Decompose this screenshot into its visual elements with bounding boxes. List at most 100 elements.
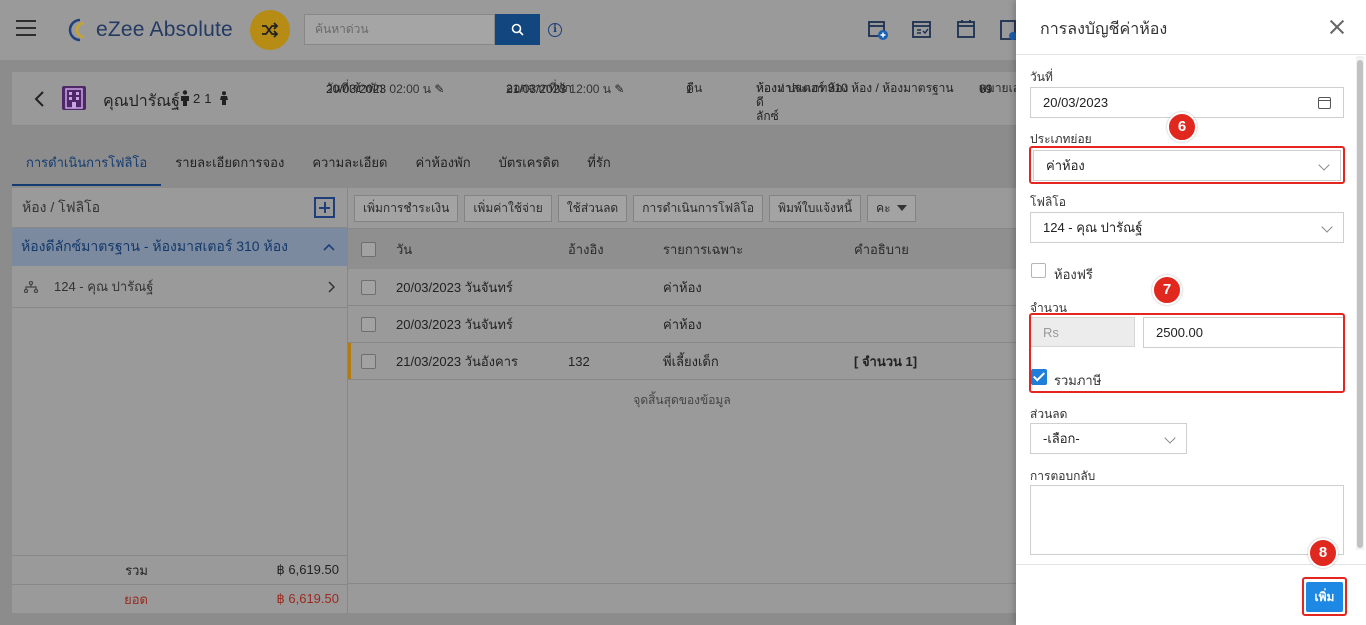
chevron-down-icon [1321,220,1333,233]
col-date: วัน [396,241,413,257]
tab-booking-details[interactable]: รายละเอียดการจอง [161,143,298,186]
tab-room-charges[interactable]: ค่าห้องพัก [401,143,484,186]
quick-search-input[interactable]: ค้นหาด่วน [304,14,495,45]
checkout-time: 12:00 น [569,82,611,96]
shuffle-icon [262,22,279,38]
drawer-scrollbar-thumb[interactable] [1357,60,1363,548]
table-row[interactable]: 20/03/2023 วันจันทร์ ค่าห้อง [348,306,1016,343]
add-payment-button[interactable]: เพิ่มการชำระเงิน [354,194,459,222]
checkout-label: ออกจากที่พัก [506,81,572,95]
highlight-subtype [1029,146,1345,184]
calendar-icon[interactable] [956,19,978,39]
cashier-icon[interactable] [1000,19,1017,40]
number-label: หมายเล [979,81,1016,95]
room-folio-title: ห้อง / โฟลิโอ [22,198,101,215]
room-charge-drawer: การลงบัญชีค่าห้อง วันที่ 20/03/2023 ประเ… [1016,0,1366,625]
chevron-right-icon[interactable] [327,280,335,293]
checkout-info: ออกจากที่พัก 21/03/2023 12:00 น ✎ [506,81,624,96]
occupancy: 2 1 [180,90,229,106]
add-folio-icon[interactable] [314,197,335,218]
room-info: ห้อง / ประเภทห้อง ห้องมาสเตอร์ 310 ห้อง … [756,81,956,123]
row-detail: พี่เลี้ยงเด็ก [663,353,719,369]
callout-badge-7: 7 [1152,275,1182,305]
calendar-add-icon[interactable] [867,19,889,40]
nights-info: คืน 1 [686,81,702,96]
menu-icon[interactable] [16,20,36,36]
apply-discount-button[interactable]: ใช้ส่วนลด [557,194,628,222]
room-folio-header: ห้อง / โฟลิโอ [12,188,347,228]
table-header: วัน อ้างอิง รายการเฉพาะ คำอธิบาย [348,228,1016,269]
total-label: รวม [125,562,148,578]
col-description: คำอธิบาย [854,241,909,257]
folio-item-label: 124 - คุณ ปารัณฐ์ [54,279,154,294]
row-date: 21/03/2023 วันอังคาร [396,353,518,369]
close-icon[interactable] [1330,20,1344,34]
folio-item[interactable]: 124 - คุณ ปารัณฐ์ [12,266,347,308]
row-checkbox[interactable] [361,316,376,332]
tab-credit-card[interactable]: บัตรเครดิต [485,143,574,186]
row-description: [ จำนวน 1] [854,353,918,369]
tab-favorite[interactable]: ที่รัก [573,143,624,186]
row-checkbox[interactable] [361,353,376,369]
folio-label: โฟลิโอ [1030,195,1066,209]
chevron-up-icon[interactable] [323,243,335,251]
remark-textarea[interactable] [1030,485,1344,555]
app-logo[interactable]: eZee Absolute [66,17,233,43]
date-value: 20/03/2023 [1043,95,1109,110]
shuffle-button[interactable] [250,10,290,50]
date-label: วันที่ [1030,70,1053,84]
callout-badge-6: 6 [1167,112,1197,142]
discount-label: ส่วนลด [1030,407,1068,421]
app-logo-text: eZee Absolute [96,18,233,41]
more-dropdown-button[interactable]: คะ [867,194,916,222]
back-icon[interactable] [32,90,46,108]
folio-operations-button[interactable]: การดำเนินการโฟลิโอ [633,194,764,222]
tab-folio-operations[interactable]: การดำเนินการโฟลิโอ [12,143,162,186]
table-row[interactable]: 21/03/2023 วันอังคาร 132 พี่เลี้ยงเด็ก [… [348,343,1016,380]
search-button[interactable] [495,14,540,45]
checkin-time: 02:00 น [389,82,431,96]
drawer-form: วันที่ 20/03/2023 ประเภทย่อย ค่าห้อง โฟล… [1016,56,1366,564]
folio-select[interactable]: 124 - คุณ ปารัณฐ์ [1030,212,1344,243]
room-group[interactable]: ห้องดีลักซ์มาตรฐาน - ห้องมาสเตอร์ 310 ห้… [12,228,347,266]
chevron-down-icon [1164,431,1176,444]
row-ref: 132 [568,353,590,369]
print-invoice-button[interactable]: พิมพ์ใบแจ้งหนี้ [769,194,862,222]
calendar-icon[interactable] [1318,97,1331,109]
info-icon[interactable]: i [548,23,562,37]
balance-label: ยอด [124,591,148,607]
select-all-checkbox[interactable] [361,241,376,257]
folio-transactions: เพิ่มการชำระเงิน เพิ่มค่าใช้จ่าย ใช้ส่วน… [348,188,1016,613]
room-folio-panel: ห้อง / โฟลิโอ ห้องดีลักซ์มาตรฐาน - ห้องม… [12,188,348,613]
drawer-footer: เพิ่ม [1016,564,1366,625]
add-button[interactable]: เพิ่ม [1306,582,1343,612]
adult-icon [181,90,189,106]
guest-name: คุณปารัณฐ์ [103,93,180,110]
guest-summary-card: คุณปารัณฐ์ 2 1 วันที่เข้าพัก 20/03/2023 … [12,72,1016,126]
edit-checkout-icon[interactable]: ✎ [614,82,624,96]
ezee-logo-icon [66,17,92,43]
calendar-check-icon[interactable] [911,19,933,39]
add-expense-button[interactable]: เพิ่มค่าใช้จ่าย [464,194,552,222]
edit-checkin-icon[interactable]: ✎ [434,82,444,96]
discount-select[interactable]: -เลือก- [1030,423,1187,454]
drawer-title: การลงบัญชีค่าห้อง [1040,21,1168,38]
search-icon [511,23,524,36]
table-row[interactable]: 20/03/2023 วันจันทร์ ค่าห้อง [348,269,1016,306]
balance-row: ยอด ฿ 6,619.50 [12,584,347,613]
col-detail: รายการเฉพาะ [663,241,744,257]
row-date: 20/03/2023 วันจันทร์ [396,279,513,295]
folio-totals: รวม ฿ 6,619.50 ยอด ฿ 6,619.50 [12,555,347,613]
end-of-data-text: จุดสิ้นสุดของข้อมูล [633,393,731,407]
row-checkbox[interactable] [361,279,376,295]
child-count: 1 [204,90,212,106]
folio-tree-icon [24,280,38,293]
callout-badge-8: 8 [1308,538,1338,568]
tab-resolution[interactable]: ความละเอียด [298,143,401,186]
folio-toolbar: เพิ่มการชำระเงิน เพิ่มค่าใช้จ่าย ใช้ส่วน… [348,188,1016,228]
number-info: หมายเล 69 [979,81,1016,96]
total-value: ฿ 6,619.50 [276,562,340,577]
free-room-checkbox[interactable] [1031,263,1046,278]
highlight-amount [1029,313,1345,393]
room-value-line2: ลักซ์ [756,109,779,123]
